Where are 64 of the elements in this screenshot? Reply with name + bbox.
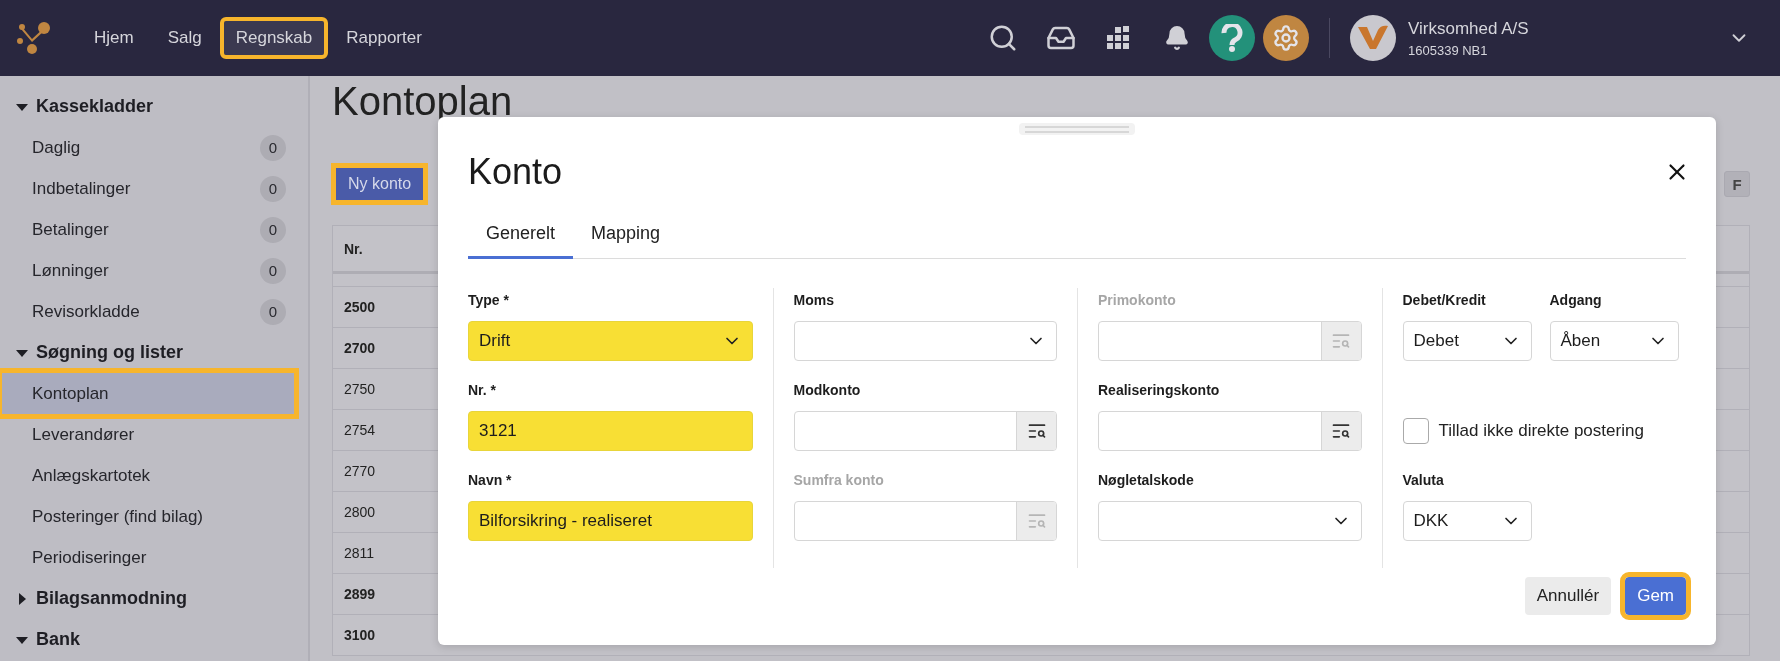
select-field[interactable] [1098,501,1362,541]
count-badge: 0 [260,216,286,243]
sidebar-item[interactable]: Leverandører [0,414,308,455]
nav-link[interactable]: Rapporter [334,21,434,55]
count-badge: 0 [260,175,286,202]
field-label: Debet/Kredit [1402,292,1486,310]
lookup-field[interactable] [793,411,1057,451]
input-field[interactable]: Bilforsikring - realiseret [468,501,753,541]
sidebar-section[interactable]: Kassekladder [0,86,308,127]
sidebar-item[interactable]: Revisorkladde 0 [0,291,308,332]
sidebar-item[interactable]: Daglig 0 [0,127,308,168]
input-field[interactable]: 3121 [468,411,753,451]
field-label: Primokonto [1098,292,1176,310]
company-avatar[interactable] [1350,15,1396,61]
sidebar-section[interactable]: Bilagsanmodning [0,578,308,619]
sidebar-item[interactable]: Periodiseringer [0,537,308,578]
nav-link[interactable]: Salg [155,21,214,55]
sidebar-item[interactable]: Posteringer (find bilag) [0,496,308,537]
list-search-icon[interactable] [1026,421,1047,441]
search-icon[interactable] [988,23,1018,53]
field-label: Valuta [1402,472,1444,490]
checkbox-option[interactable]: Tillad ikke direkte postering [1402,411,1644,451]
lookup-field[interactable] [1098,411,1362,451]
sidebar-item[interactable]: Lønninger 0 [0,250,308,291]
grid-icon[interactable] [1107,26,1131,50]
field-label: Navn * [468,472,512,490]
sidebar-section[interactable]: Bank [0,619,308,660]
help-icon[interactable] [1209,15,1255,61]
select-field[interactable]: Drift [468,321,753,361]
select-field[interactable]: Åben [1549,321,1679,361]
dialog-title: Konto [468,151,563,193]
page-title: Kontoplan [332,78,513,124]
nav-link[interactable]: Hjem [82,21,146,55]
company-name: Virksomhed A/S [1408,18,1530,39]
keyboard-key[interactable]: F [1724,171,1750,197]
tab[interactable]: Generelt [468,223,574,259]
field-label: Realiseringskonto [1098,382,1220,400]
checkbox[interactable] [1402,418,1429,444]
sidebar-item[interactable]: Betalinger 0 [0,209,308,250]
logo-icon[interactable] [16,21,52,55]
count-badge: 0 [260,257,286,284]
field-label: Nøgletalskode [1098,472,1194,490]
select-field[interactable]: DKK [1402,501,1532,541]
list-search-icon[interactable] [1331,421,1351,441]
select-field[interactable] [793,321,1057,361]
checkbox-label: Tillad ikke direkte postering [1438,421,1644,441]
field-label: Sumfra konto [793,472,884,490]
caret-right-icon [16,592,28,605]
sidebar-item[interactable]: Anlægskartotek [0,455,308,496]
field-label: Type * [468,292,509,310]
field-label: Moms [793,292,834,310]
field-label: Modkonto [793,382,861,400]
count-badge: 0 [260,298,286,325]
bell-icon[interactable] [1164,25,1190,51]
company-id: 1605339 NB1 [1408,42,1489,58]
drag-handle[interactable] [1019,123,1135,135]
field-label: Adgang [1549,292,1602,310]
field-label: Nr. * [468,382,496,400]
sidebar-section[interactable]: Søgning og lister [0,332,308,373]
count-badge: 0 [260,134,286,161]
tab[interactable]: Mapping [573,223,679,259]
sidebar-item[interactable]: Indbetalinger 0 [0,168,308,209]
select-field[interactable]: Debet [1402,321,1532,361]
cancel-button[interactable]: Annullér [1524,577,1612,615]
